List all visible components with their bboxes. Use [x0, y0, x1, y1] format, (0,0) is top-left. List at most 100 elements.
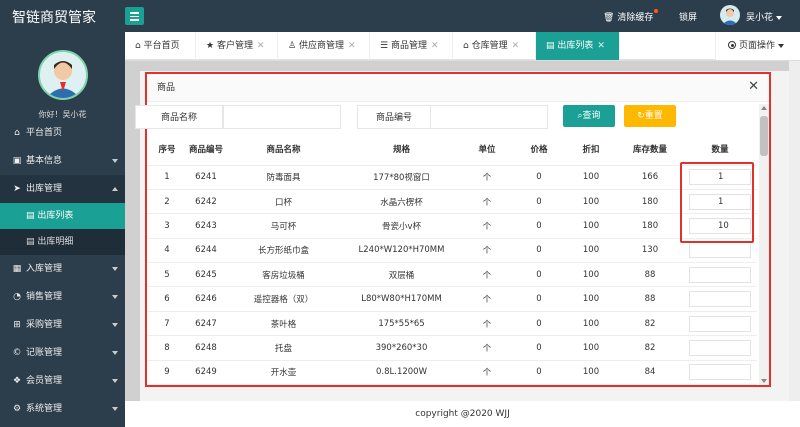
chart-icon: ◔ — [13, 292, 21, 302]
table-cell: 0 — [513, 311, 565, 337]
page-ops-dropdown[interactable]: 页面操作 — [715, 32, 800, 60]
trash-icon: 🗑 — [603, 13, 615, 23]
sidebar-item-home[interactable]: ⌂ 平台首页 — [0, 119, 125, 147]
table-cell: 6245 — [187, 262, 225, 288]
table-cell: 100 — [565, 360, 617, 385]
table-row[interactable]: 4 6244 长方形纸巾盒 L240*W120*H70MM 个 0 100 130 — [147, 238, 757, 264]
table-cell: 177*80视窗口 — [342, 165, 461, 190]
table-cell: 84 — [617, 360, 683, 385]
close-icon[interactable]: ✕ — [597, 41, 605, 51]
column-header[interactable]: 价格 — [513, 136, 565, 166]
table-cell: 0 — [513, 189, 565, 215]
user-menu[interactable]: 吴小花 — [746, 10, 783, 23]
sidebar-item-outbound-detail[interactable]: ▤ 出库明细 — [0, 229, 125, 255]
quantity-input[interactable] — [689, 339, 751, 356]
sidebar-item-accounting[interactable]: © 记账管理 — [0, 339, 125, 367]
sidebar-item-system[interactable]: ⚙ 系统管理 — [0, 395, 125, 423]
quantity-input[interactable] — [689, 266, 751, 283]
sidebar-item-label: 平台首页 — [26, 128, 63, 138]
table-cell: 客房垃圾桶 — [225, 262, 342, 288]
sidebar-item-outbound-list[interactable]: ▤ 出库列表 — [0, 203, 125, 229]
column-header[interactable]: 折扣 — [565, 136, 617, 166]
table-cell: 130 — [617, 238, 683, 264]
table-row[interactable]: 5 6245 客房垃圾桶 双层桶个 0 100 88 — [147, 262, 757, 288]
table-cell: 个 — [461, 189, 513, 215]
quantity-input[interactable] — [689, 193, 751, 210]
tab-customer[interactable]: ★ 客户管理 ✕ — [196, 32, 278, 60]
table-cell: 7 — [147, 311, 187, 337]
column-header[interactable]: 商品名称 — [225, 136, 342, 166]
quantity-input[interactable] — [689, 364, 751, 381]
column-header[interactable]: 规格 — [342, 136, 461, 166]
clear-cache-button[interactable]: 🗑 清除缓存 — [603, 10, 653, 23]
table-row[interactable]: 2 6242 口杯 水晶六楞杯个 0 100 180 — [147, 189, 757, 215]
table-row[interactable]: 1 6241 防毒面具 177*80视窗口个 0 100 166 — [147, 165, 757, 190]
column-header[interactable]: 序号 — [147, 136, 187, 166]
product-code-input[interactable] — [430, 105, 548, 129]
reset-button-label: 重置 — [644, 111, 663, 121]
scroll-thumb[interactable] — [760, 116, 768, 156]
table-row[interactable]: 9 6249 开水壶 0.8L.1200W 个 0 100 84 — [147, 360, 757, 385]
close-icon[interactable]: ✕ — [348, 41, 356, 51]
query-button[interactable]: ⌕查询 — [563, 105, 615, 127]
table-row[interactable]: 8 6248 托盘 390*260*30 个 0 100 82 — [147, 335, 757, 361]
table-cell: 4 — [147, 238, 187, 264]
table-row[interactable]: 6 6246 遥控器格（双） L80*W80*H170MM 个 0 100 88 — [147, 286, 757, 312]
sidebar-item-label: 出库管理 — [26, 184, 63, 194]
tab-home[interactable]: ⌂ 平台首页 — [125, 32, 196, 60]
product-name-input[interactable] — [223, 105, 341, 129]
chevron-up-icon — [112, 187, 118, 191]
sidebar-item-basic-info[interactable]: ▣ 基本信息 — [0, 147, 125, 175]
tab-product[interactable]: ☰ 商品管理 ✕ — [370, 32, 453, 60]
modal-title-bar: 商品 ✕ — [147, 74, 769, 102]
tab-supplier[interactable]: ♙ 供应商管理 ✕ — [278, 32, 370, 60]
sidebar-item-sales[interactable]: ◔ 销售管理 — [0, 283, 125, 311]
list-icon: ▤ — [26, 237, 35, 247]
table-cell: 100 — [565, 311, 617, 337]
column-header[interactable]: 数量 — [683, 136, 757, 166]
table-cell: 180 — [617, 213, 683, 239]
sidebar-item-members[interactable]: ❖ 会员管理 — [0, 367, 125, 395]
lock-screen-button[interactable]: 锁屏 — [679, 10, 697, 23]
sidebar-item-inbound[interactable]: ▦ 入库管理 — [0, 255, 125, 283]
scroll-down-icon[interactable] — [761, 379, 767, 383]
query-button-label: 查询 — [582, 111, 601, 121]
table-cell: 个 — [461, 213, 513, 239]
table-row[interactable]: 3 6243 马可杯 骨瓷小v杯个 0 100 180 — [147, 213, 757, 239]
table-row[interactable]: 7 6247 茶叶格 175*55*65 个 0 100 82 — [147, 311, 757, 337]
layers-icon: ☰ — [380, 41, 389, 51]
user-avatar[interactable] — [720, 5, 740, 25]
table-cell: 100 — [565, 189, 617, 215]
sidebar-item-label: 出库列表 — [37, 211, 74, 221]
close-icon[interactable]: ✕ — [748, 80, 759, 94]
reset-button[interactable]: ↻重置 — [624, 105, 676, 127]
column-header[interactable]: 库存数量 — [617, 136, 683, 166]
sidebar-item-purchase[interactable]: ⊞ 采购管理 — [0, 311, 125, 339]
sidebar-item-outbound[interactable]: ➤ 出库管理 — [0, 175, 125, 203]
notification-dot — [654, 9, 658, 13]
close-icon[interactable]: ✕ — [257, 41, 265, 51]
user-name-label: 吴小花 — [746, 13, 774, 23]
scroll-up-icon[interactable] — [761, 106, 767, 110]
column-header[interactable]: 商品编号 — [187, 136, 225, 166]
table-cell: 0 — [513, 238, 565, 264]
list-icon: ▤ — [546, 41, 555, 51]
quantity-input[interactable] — [689, 315, 751, 332]
tab-warehouse[interactable]: ⌂ 仓库管理 ✕ — [453, 32, 536, 60]
quantity-input[interactable] — [689, 217, 751, 234]
table-cell: 0 — [513, 165, 565, 190]
table-cell: 个 — [461, 360, 513, 385]
column-header[interactable]: 单位 — [461, 136, 513, 166]
footer: copyright @2020 WJJ — [125, 401, 800, 427]
quantity-input[interactable] — [689, 291, 751, 308]
tab-outbound-list[interactable]: ▤ 出库列表 ✕ — [536, 32, 620, 60]
sidebar-item-label: 出库明细 — [37, 237, 74, 247]
sidebar-item-label: 入库管理 — [26, 264, 63, 274]
modal-scrollbar[interactable] — [759, 104, 769, 385]
quantity-input[interactable] — [689, 169, 751, 186]
close-icon[interactable]: ✕ — [512, 41, 520, 51]
page-scrollbar[interactable] — [789, 61, 800, 401]
menu-toggle-button[interactable] — [125, 7, 144, 25]
close-icon[interactable]: ✕ — [431, 41, 439, 51]
quantity-input[interactable] — [689, 242, 751, 259]
